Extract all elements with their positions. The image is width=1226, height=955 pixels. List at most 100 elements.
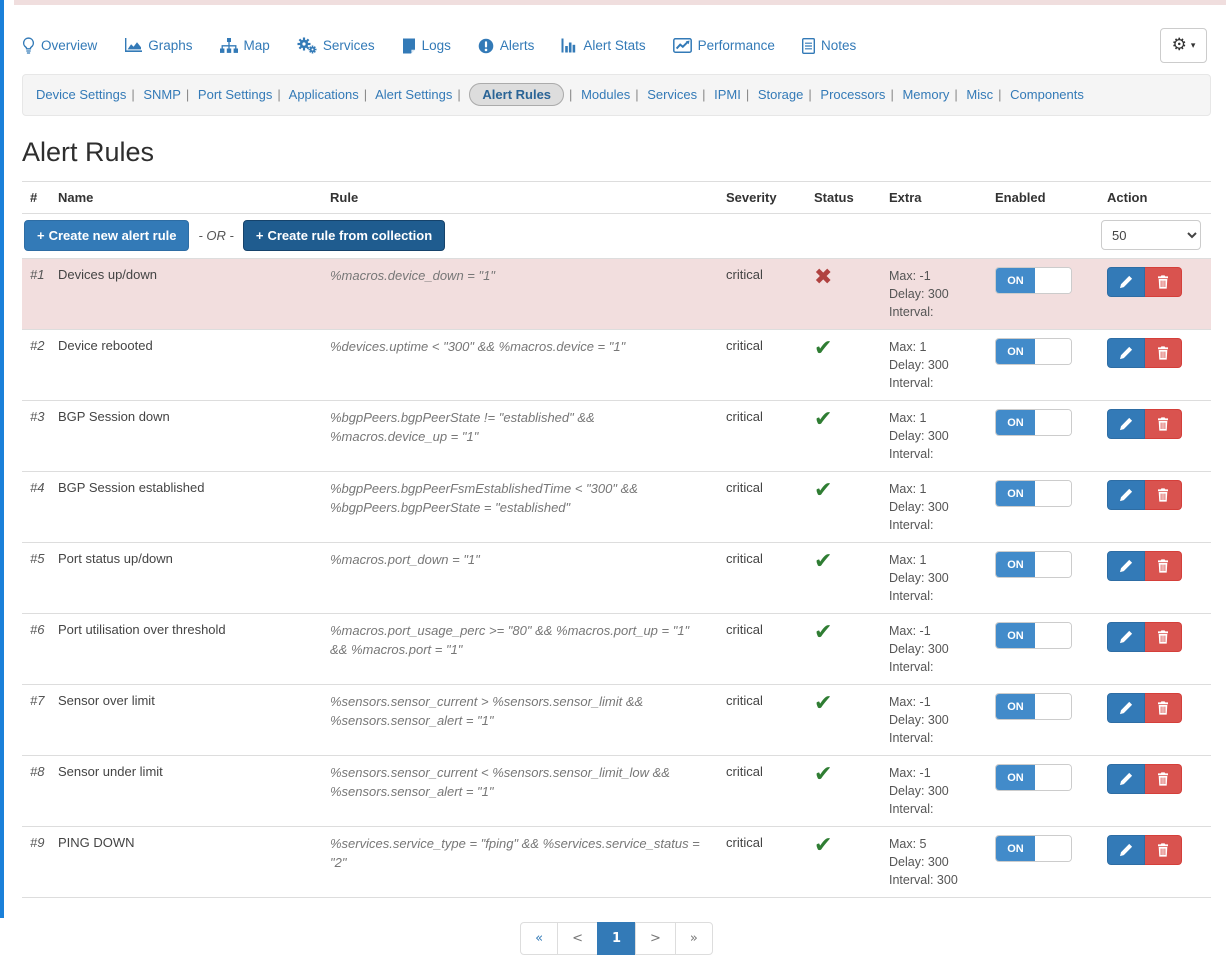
subnav-services[interactable]: Services [647, 87, 697, 102]
device-settings-menu-button[interactable]: ⚙ ▾ [1160, 28, 1207, 63]
extra-max: Max: 1 [889, 480, 979, 498]
alert-rule-row: #9 PING DOWN %services.service_type = "f… [22, 827, 1211, 898]
delete-rule-button[interactable] [1145, 267, 1182, 297]
toggle-on-label: ON [996, 410, 1035, 435]
tab-overview[interactable]: Overview [22, 37, 97, 55]
rule-severity: critical [718, 401, 806, 472]
edit-rule-button[interactable] [1107, 338, 1145, 368]
extra-delay: Delay: 300 [889, 640, 979, 658]
enabled-toggle[interactable]: ON [995, 267, 1072, 294]
status-check-icon [814, 833, 832, 858]
delete-rule-button[interactable] [1145, 338, 1182, 368]
edit-rule-button[interactable] [1107, 551, 1145, 581]
tab-alerts[interactable]: Alerts [478, 38, 535, 54]
extra-interval: Interval: [889, 729, 979, 747]
extra-max: Max: 1 [889, 551, 979, 569]
subnav-applications[interactable]: Applications [289, 87, 359, 102]
rule-expression: %macros.device_down = "1" [322, 259, 718, 330]
rule-id: #6 [22, 614, 50, 685]
edit-rule-button[interactable] [1107, 835, 1145, 865]
extra-max: Max: -1 [889, 622, 979, 640]
extra-interval: Interval: [889, 800, 979, 818]
rule-id: #9 [22, 827, 50, 898]
extra-delay: Delay: 300 [889, 853, 979, 871]
subnav-components[interactable]: Components [1010, 87, 1084, 102]
toggle-handle [1035, 623, 1071, 648]
enabled-toggle[interactable]: ON [995, 622, 1072, 649]
enabled-toggle[interactable]: ON [995, 693, 1072, 720]
toggle-handle [1035, 339, 1071, 364]
page-title: Alert Rules [22, 137, 1211, 168]
delete-rule-button[interactable] [1145, 622, 1182, 652]
enabled-toggle[interactable]: ON [995, 338, 1072, 365]
enabled-toggle[interactable]: ON [995, 835, 1072, 862]
edit-rule-button[interactable] [1107, 622, 1145, 652]
subnav-alert-rules-active[interactable]: Alert Rules [469, 83, 564, 106]
rule-name: Sensor over limit [50, 685, 322, 756]
pagination-prev[interactable]: < [557, 922, 598, 955]
rule-id: #4 [22, 472, 50, 543]
tab-map[interactable]: Map [220, 38, 270, 53]
create-new-alert-rule-button[interactable]: +Create new alert rule [24, 220, 189, 251]
toggle-on-label: ON [996, 481, 1035, 506]
file-text-icon [802, 38, 815, 54]
alert-rule-row: #5 Port status up/down %macros.port_down… [22, 543, 1211, 614]
tab-performance[interactable]: Performance [673, 38, 775, 53]
pagination-next[interactable]: > [635, 922, 676, 955]
edit-rule-button[interactable] [1107, 409, 1145, 439]
edit-rule-button[interactable] [1107, 267, 1145, 297]
pagination-first[interactable]: « [520, 922, 558, 955]
pagination-last[interactable]: » [675, 922, 713, 955]
cogs-icon [297, 37, 317, 54]
edit-rule-button[interactable] [1107, 693, 1145, 723]
enabled-toggle[interactable]: ON [995, 551, 1072, 578]
delete-rule-button[interactable] [1145, 480, 1182, 510]
toggle-on-label: ON [996, 552, 1035, 577]
toggle-on-label: ON [996, 694, 1035, 719]
rule-expression: %sensors.sensor_current < %sensors.senso… [322, 756, 718, 827]
pagination-page-1[interactable]: 1 [597, 922, 636, 955]
delete-rule-button[interactable] [1145, 764, 1182, 794]
subnav-device-settings[interactable]: Device Settings [36, 87, 126, 102]
separator: | [635, 87, 638, 102]
separator: | [457, 87, 460, 102]
tab-logs[interactable]: Logs [402, 38, 451, 54]
extra-interval: Interval: [889, 516, 979, 534]
subnav-memory[interactable]: Memory [902, 87, 949, 102]
enabled-toggle[interactable]: ON [995, 764, 1072, 791]
enabled-toggle[interactable]: ON [995, 480, 1072, 507]
rule-severity: critical [718, 685, 806, 756]
subnav-misc[interactable]: Misc [966, 87, 993, 102]
subnav-storage[interactable]: Storage [758, 87, 804, 102]
extra-max: Max: 5 [889, 835, 979, 853]
rule-expression: %bgpPeers.bgpPeerState != "established" … [322, 401, 718, 472]
separator: | [954, 87, 957, 102]
subnav-port-settings[interactable]: Port Settings [198, 87, 272, 102]
delete-rule-button[interactable] [1145, 409, 1182, 439]
tab-graphs[interactable]: Graphs [124, 38, 192, 53]
create-rule-from-collection-button[interactable]: +Create rule from collection [243, 220, 445, 251]
subnav-snmp[interactable]: SNMP [143, 87, 181, 102]
tab-alert-stats[interactable]: Alert Stats [561, 38, 645, 53]
subnav-modules[interactable]: Modules [581, 87, 630, 102]
tab-notes[interactable]: Notes [802, 38, 856, 54]
subnav-alert-settings[interactable]: Alert Settings [375, 87, 452, 102]
toggle-on-label: ON [996, 268, 1035, 293]
subnav-ipmi[interactable]: IPMI [714, 87, 741, 102]
toggle-handle [1035, 836, 1071, 861]
page-size-select[interactable]: 50 [1101, 220, 1201, 250]
separator: | [808, 87, 811, 102]
toggle-handle [1035, 765, 1071, 790]
toggle-on-label: ON [996, 765, 1035, 790]
edit-rule-button[interactable] [1107, 764, 1145, 794]
enabled-toggle[interactable]: ON [995, 409, 1072, 436]
rule-severity: critical [718, 756, 806, 827]
rule-expression: %services.service_type = "fping" && %ser… [322, 827, 718, 898]
delete-rule-button[interactable] [1145, 835, 1182, 865]
rule-severity: critical [718, 330, 806, 401]
tab-services[interactable]: Services [297, 37, 375, 54]
delete-rule-button[interactable] [1145, 693, 1182, 723]
edit-rule-button[interactable] [1107, 480, 1145, 510]
subnav-processors[interactable]: Processors [820, 87, 885, 102]
delete-rule-button[interactable] [1145, 551, 1182, 581]
